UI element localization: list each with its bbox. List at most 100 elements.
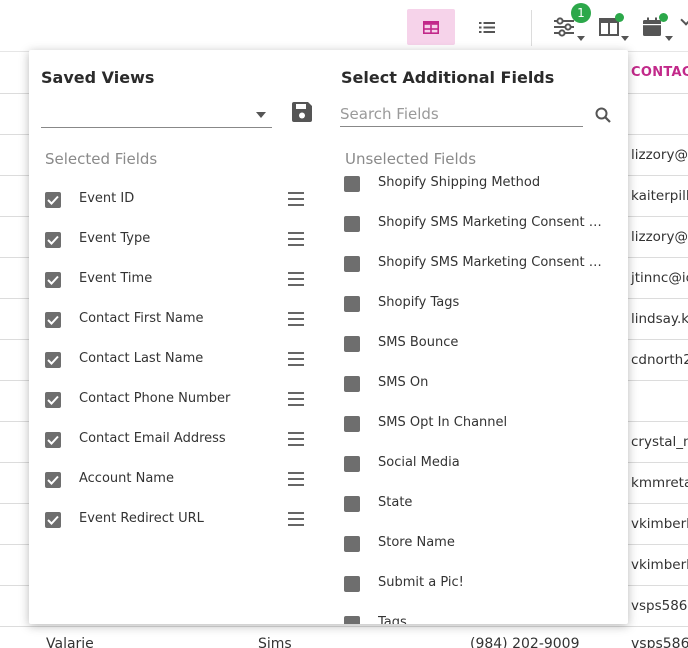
list-item[interactable]: Event Type	[29, 220, 329, 260]
date-range-status-dot	[659, 13, 668, 22]
list-item[interactable]: Contact Phone Number	[29, 380, 329, 420]
checkmark-icon	[47, 395, 59, 405]
list-item[interactable]: Shopify Shipping Method	[329, 176, 628, 203]
field-checkbox[interactable]	[344, 456, 360, 472]
list-icon	[479, 21, 495, 33]
table-cell-last-name: Sims	[258, 636, 292, 648]
saved-views-title: Saved Views	[41, 68, 155, 87]
columns-status-dot	[615, 13, 624, 22]
field-label: Account Name	[79, 471, 174, 486]
list-item[interactable]: Submit a Pic!	[329, 563, 628, 603]
field-label: Contact Email Address	[79, 431, 226, 446]
drag-handle-icon[interactable]	[288, 432, 304, 446]
drag-handle-icon[interactable]	[288, 392, 304, 406]
drag-handle-icon[interactable]	[288, 472, 304, 486]
table-cell-phone: (984) 202-9009	[470, 636, 580, 648]
field-label: Shopify SMS Marketing Consent State	[378, 255, 610, 270]
list-item[interactable]: Contact Email Address	[29, 420, 329, 460]
field-checkbox[interactable]	[45, 392, 61, 408]
chevron-down-icon[interactable]	[680, 14, 688, 26]
field-checkbox[interactable]	[45, 352, 61, 368]
list-item[interactable]: Shopify SMS Marketing Consent Opt In Lev…	[329, 203, 628, 243]
field-checkbox[interactable]	[344, 416, 360, 432]
list-item[interactable]: Store Name	[329, 523, 628, 563]
field-checkbox[interactable]	[45, 512, 61, 528]
list-view-button[interactable]	[463, 9, 511, 45]
save-view-button[interactable]	[291, 101, 315, 125]
field-checkbox[interactable]	[344, 176, 360, 192]
save-icon	[292, 102, 312, 122]
unselected-fields-list[interactable]: Shopify Shipping Method Shopify SMS Mark…	[329, 176, 628, 624]
table-cell-email: crystal_m	[631, 434, 688, 450]
list-item[interactable]: SMS Bounce	[329, 323, 628, 363]
drag-handle-icon[interactable]	[288, 512, 304, 526]
list-item[interactable]: Event ID	[29, 180, 329, 220]
field-label: Event Time	[79, 271, 153, 286]
chevron-down-icon	[256, 112, 266, 118]
sliders-icon	[554, 17, 574, 37]
drag-handle-icon[interactable]	[288, 312, 304, 326]
drag-handle-icon[interactable]	[288, 352, 304, 366]
table-cell-email: lizzory@y	[631, 147, 688, 163]
list-item[interactable]: Contact First Name	[29, 300, 329, 340]
field-label: SMS Opt In Channel	[378, 415, 508, 430]
field-label: Submit a Pic!	[378, 575, 464, 590]
field-checkbox[interactable]	[344, 296, 360, 312]
drag-handle-icon[interactable]	[288, 232, 304, 246]
row-divider	[0, 626, 688, 627]
field-checkbox[interactable]	[344, 256, 360, 272]
field-checkbox[interactable]	[45, 192, 61, 208]
list-item[interactable]: SMS Opt In Channel	[329, 403, 628, 443]
column-header-contact[interactable]: CONTAC	[631, 65, 688, 80]
list-item[interactable]: Tags	[329, 603, 628, 624]
list-item[interactable]: Social Media	[329, 443, 628, 483]
checkmark-icon	[47, 475, 59, 485]
list-item[interactable]: Contact Last Name	[29, 340, 329, 380]
list-item[interactable]: SMS On	[329, 363, 628, 403]
list-item[interactable]: State	[329, 483, 628, 523]
list-item[interactable]: Event Redirect URL	[29, 500, 329, 540]
search-fields-input[interactable]	[340, 102, 583, 126]
field-label: Shopify Tags	[378, 295, 460, 310]
field-label: Shopify SMS Marketing Consent Opt In Lev…	[378, 215, 610, 230]
table-view-button[interactable]	[407, 9, 455, 45]
field-checkbox[interactable]	[344, 576, 360, 592]
table-cell-first-name: Valarie	[46, 636, 94, 648]
field-checkbox[interactable]	[45, 272, 61, 288]
field-selector-popover: Saved Views Select Additional Fields Sel…	[29, 50, 628, 624]
field-label: Social Media	[378, 455, 460, 470]
field-label: Event Type	[79, 231, 151, 246]
field-checkbox[interactable]	[344, 536, 360, 552]
search-button[interactable]	[595, 107, 613, 125]
field-label: Event Redirect URL	[79, 511, 204, 526]
table-cell-email: vkimberle	[631, 557, 688, 573]
saved-views-select[interactable]	[41, 98, 272, 128]
list-item[interactable]: Shopify Tags	[329, 283, 628, 323]
table-cell-email: kaiterpilla	[631, 188, 688, 204]
drag-handle-icon[interactable]	[288, 192, 304, 206]
drag-handle-icon[interactable]	[288, 272, 304, 286]
list-item[interactable]: Event Time	[29, 260, 329, 300]
search-icon	[595, 107, 611, 123]
field-checkbox[interactable]	[344, 336, 360, 352]
list-item[interactable]: Shopify SMS Marketing Consent State	[329, 243, 628, 283]
field-checkbox[interactable]	[45, 472, 61, 488]
table-cell-email: vsps5864	[631, 636, 688, 648]
field-checkbox[interactable]	[344, 216, 360, 232]
search-fields-field[interactable]	[340, 102, 583, 127]
field-checkbox[interactable]	[45, 232, 61, 248]
field-checkbox[interactable]	[344, 376, 360, 392]
field-checkbox[interactable]	[344, 616, 360, 624]
list-item[interactable]: Account Name	[29, 460, 329, 500]
table-cell-email: lizzory@y	[631, 229, 688, 245]
field-checkbox[interactable]	[45, 432, 61, 448]
additional-fields-title: Select Additional Fields	[341, 68, 555, 87]
checkmark-icon	[47, 435, 59, 445]
field-label: SMS On	[378, 375, 429, 390]
checkmark-icon	[47, 315, 59, 325]
field-checkbox[interactable]	[344, 496, 360, 512]
field-checkbox[interactable]	[45, 312, 61, 328]
checkmark-icon	[47, 195, 59, 205]
field-label: Store Name	[378, 535, 455, 550]
checkmark-icon	[47, 235, 59, 245]
